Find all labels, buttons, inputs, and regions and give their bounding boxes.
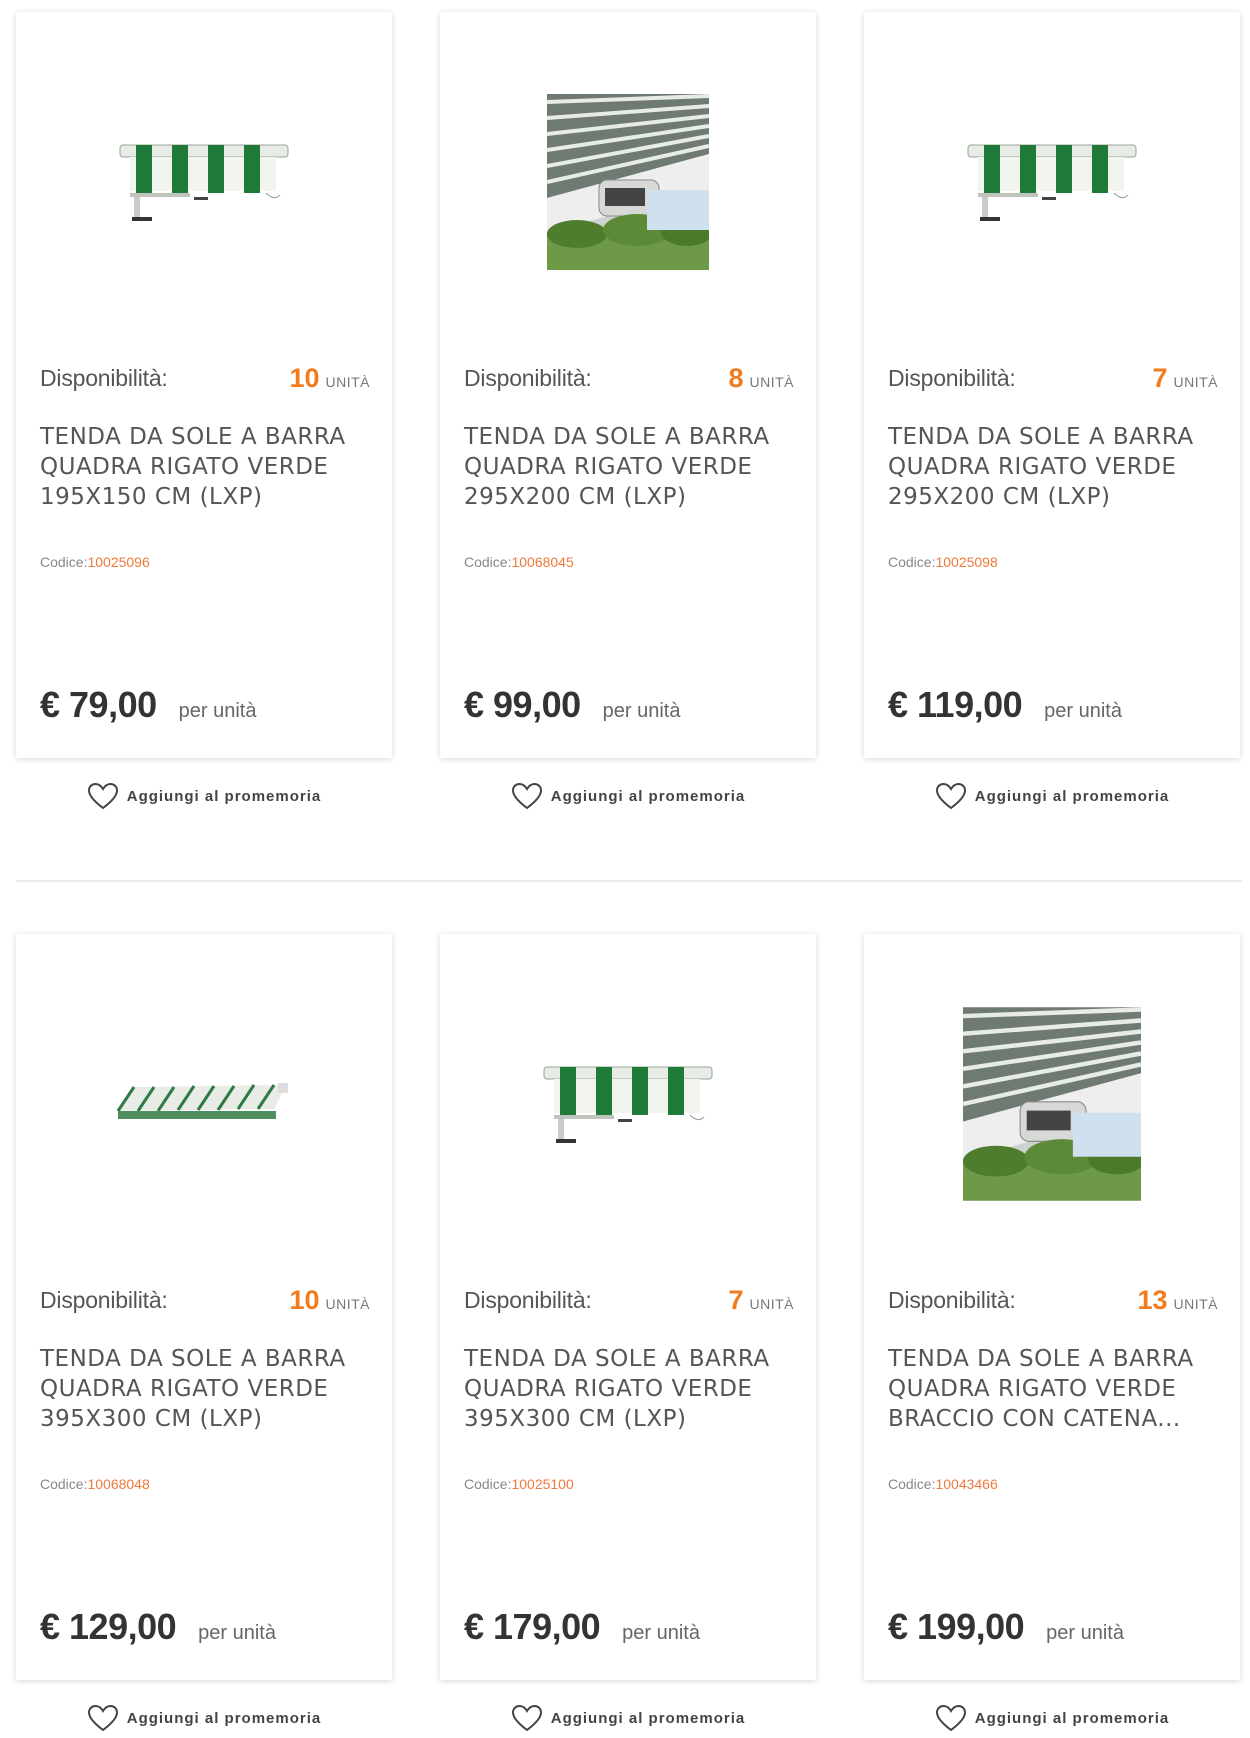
code-prefix: Codice: — [888, 554, 936, 570]
product-title[interactable]: TENDA DA SOLE A BARRA QUADRA RIGATO VERD… — [888, 1344, 1216, 1434]
product-card[interactable]: Disponibilità: 10 UNITÀ TENDA DA SOLE A … — [16, 12, 392, 758]
add-to-wishlist-button[interactable]: Aggiungi al promemoria — [864, 1698, 1240, 1738]
availability-unit: UNITÀ — [1173, 373, 1218, 390]
code-value: 10068048 — [87, 1476, 150, 1492]
code-prefix: Codice: — [40, 1476, 88, 1492]
product-code: Codice:10025096 — [40, 554, 150, 570]
wishlist-label: Aggiungi al promemoria — [126, 1709, 322, 1727]
per-unit-label: per unità — [602, 700, 681, 722]
availability-label: Disponibilità: — [40, 1286, 168, 1313]
availability-unit: UNITÀ — [1173, 1295, 1218, 1312]
code-value: 10025098 — [935, 554, 998, 570]
heart-icon — [511, 1704, 542, 1732]
availability-unit: UNITÀ — [749, 373, 794, 390]
product-image[interactable] — [440, 934, 816, 1274]
code-value: 10068045 — [511, 554, 574, 570]
product-code: Codice:10068045 — [464, 554, 574, 570]
row-divider — [16, 880, 1242, 882]
code-value: 10043466 — [935, 1476, 998, 1492]
product-image[interactable] — [864, 12, 1240, 352]
add-to-wishlist-button[interactable]: Aggiungi al promemoria — [864, 776, 1240, 816]
per-unit-label: per unità — [1046, 1622, 1124, 1644]
per-unit-label: per unità — [622, 1622, 700, 1644]
availability-label: Disponibilità: — [464, 364, 592, 391]
wishlist-label: Aggiungi al promemoria — [550, 787, 746, 805]
product-code: Codice:10068048 — [40, 1476, 150, 1492]
product-image[interactable] — [440, 12, 816, 352]
wishlist-label: Aggiungi al promemoria — [550, 1709, 746, 1727]
per-unit-label: per unità — [1044, 700, 1122, 722]
heart-icon — [87, 1704, 118, 1732]
availability-label: Disponibilità: — [40, 364, 168, 391]
product-code: Codice:10025100 — [464, 1476, 574, 1492]
heart-icon — [935, 782, 966, 810]
product-price: € 179,00 — [464, 1606, 601, 1647]
awning-open-image — [116, 1083, 288, 1119]
product-title[interactable]: TENDA DA SOLE A BARRA QUADRA RIGATO VERD… — [464, 1344, 792, 1434]
add-to-wishlist-button[interactable]: Aggiungi al promemoria — [16, 1698, 392, 1738]
availability-quantity: 13 — [1137, 1284, 1168, 1315]
code-value: 10025096 — [87, 554, 150, 570]
product-price: € 199,00 — [888, 1606, 1025, 1647]
availability-quantity: 7 — [1152, 362, 1168, 393]
product-code: Codice:10025098 — [888, 554, 998, 570]
product-image[interactable] — [16, 12, 392, 352]
product-title[interactable]: TENDA DA SOLE A BARRA QUADRA RIGATO VERD… — [40, 422, 368, 512]
product-price: € 129,00 — [40, 1606, 177, 1647]
availability-label: Disponibilità: — [888, 1286, 1016, 1313]
product-title[interactable]: TENDA DA SOLE A BARRA QUADRA RIGATO VERD… — [464, 422, 792, 512]
availability-label: Disponibilità: — [464, 1286, 592, 1313]
availability-unit: UNITÀ — [749, 1295, 794, 1312]
code-prefix: Codice: — [888, 1476, 936, 1492]
product-price: € 99,00 — [464, 684, 581, 725]
wishlist-label: Aggiungi al promemoria — [974, 787, 1170, 805]
wishlist-label: Aggiungi al promemoria — [126, 787, 322, 805]
product-card[interactable]: Disponibilità: 8 UNITÀ TENDA DA SOLE A B… — [440, 12, 816, 758]
add-to-wishlist-button[interactable]: Aggiungi al promemoria — [440, 1698, 816, 1738]
product-card[interactable]: Disponibilità: 13 UNITÀ TENDA DA SOLE A … — [864, 934, 1240, 1680]
awning-front-image — [543, 1066, 713, 1143]
product-image[interactable] — [864, 934, 1240, 1274]
awning-front-image — [119, 144, 289, 221]
awning-photo-image — [547, 94, 709, 270]
code-prefix: Codice: — [40, 554, 88, 570]
per-unit-label: per unità — [198, 1622, 276, 1644]
product-card[interactable]: Disponibilità: 7 UNITÀ TENDA DA SOLE A B… — [864, 12, 1240, 758]
product-title[interactable]: TENDA DA SOLE A BARRA QUADRA RIGATO VERD… — [888, 422, 1216, 512]
product-code: Codice:10043466 — [888, 1476, 998, 1492]
heart-icon — [87, 782, 118, 810]
heart-icon — [511, 782, 542, 810]
per-unit-label: per unità — [178, 700, 257, 722]
availability-label: Disponibilità: — [888, 364, 1016, 391]
product-price: € 119,00 — [888, 684, 1023, 725]
heart-icon — [935, 1704, 966, 1732]
product-card[interactable]: Disponibilità: 7 UNITÀ TENDA DA SOLE A B… — [440, 934, 816, 1680]
availability-quantity: 10 — [289, 362, 320, 393]
awning-front-image — [967, 144, 1137, 221]
availability-unit: UNITÀ — [325, 1295, 370, 1312]
code-value: 10025100 — [511, 1476, 574, 1492]
availability-unit: UNITÀ — [325, 373, 370, 390]
awning-photo-image — [963, 1007, 1141, 1201]
wishlist-label: Aggiungi al promemoria — [974, 1709, 1170, 1727]
availability-quantity: 10 — [289, 1284, 320, 1315]
availability-quantity: 8 — [728, 362, 744, 393]
availability-quantity: 7 — [728, 1284, 744, 1315]
product-card[interactable]: Disponibilità: 10 UNITÀ TENDA DA SOLE A … — [16, 934, 392, 1680]
product-price: € 79,00 — [40, 684, 157, 725]
code-prefix: Codice: — [464, 1476, 512, 1492]
code-prefix: Codice: — [464, 554, 512, 570]
add-to-wishlist-button[interactable]: Aggiungi al promemoria — [16, 776, 392, 816]
add-to-wishlist-button[interactable]: Aggiungi al promemoria — [440, 776, 816, 816]
product-image[interactable] — [16, 934, 392, 1274]
product-title[interactable]: TENDA DA SOLE A BARRA QUADRA RIGATO VERD… — [40, 1344, 368, 1434]
